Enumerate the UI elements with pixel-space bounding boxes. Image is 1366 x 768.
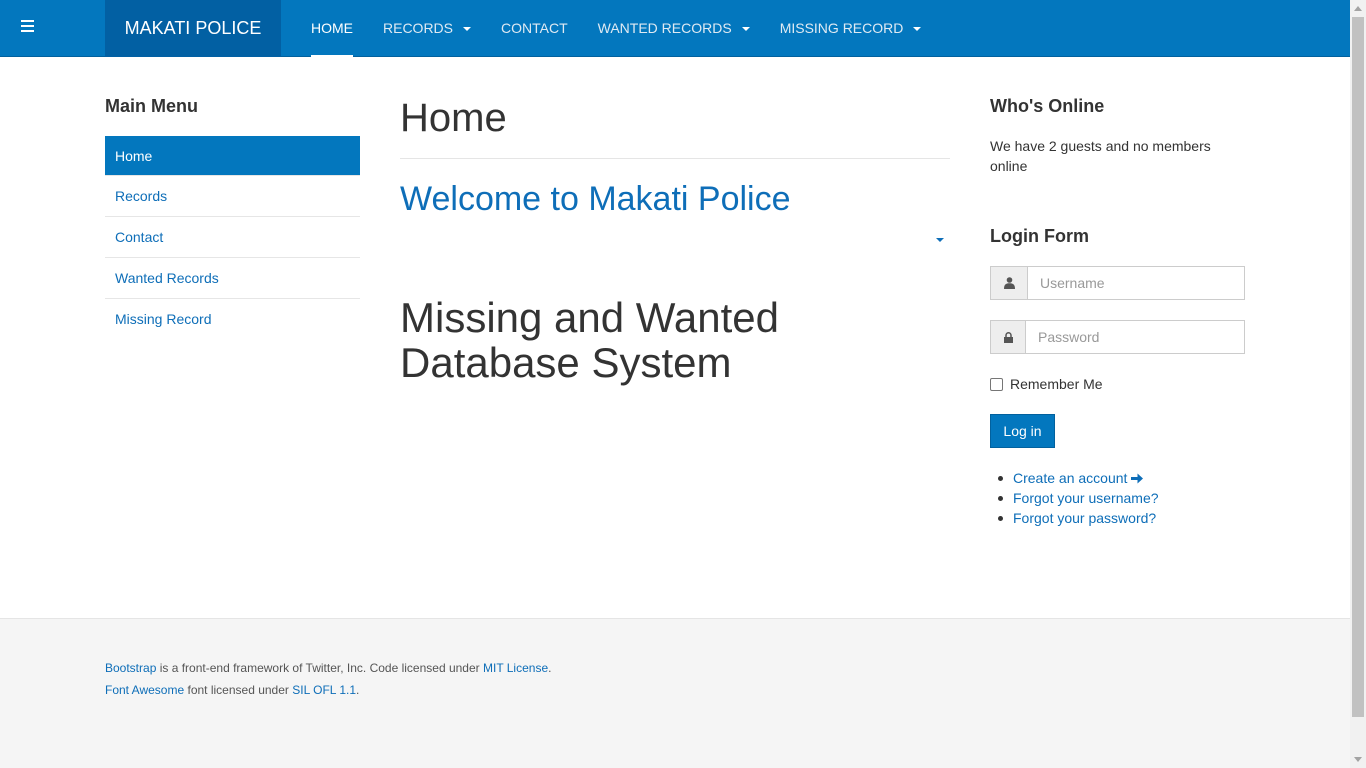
chevron-down-icon <box>463 26 472 31</box>
chevron-down-icon <box>741 26 750 31</box>
footer-credits: Bootstrap is a front-end framework of Tw… <box>105 657 551 701</box>
scroll-up-arrow-icon[interactable] <box>1354 6 1362 11</box>
create-account-label: Create an account <box>1013 470 1128 486</box>
footer-text: font licensed under <box>184 683 293 697</box>
footer-text: . <box>356 683 360 697</box>
create-account-link[interactable]: Create an account <box>1013 468 1144 488</box>
remember-me-label[interactable]: Remember Me <box>1010 376 1103 392</box>
sidebar-item-records[interactable]: Records <box>105 176 360 217</box>
scrollbar-thumb[interactable] <box>1352 17 1364 717</box>
main-menu-heading: Main Menu <box>105 96 198 116</box>
footer: Bootstrap is a front-end framework of Tw… <box>0 618 1350 768</box>
sil-ofl-link[interactable]: SIL OFL 1.1 <box>292 683 356 697</box>
main-nav: HOME RECORDS CONTACT WANTED RECORDS MISS… <box>296 0 936 57</box>
forgot-username-link[interactable]: Forgot your username? <box>1013 488 1159 508</box>
divider <box>400 158 950 159</box>
sidebar-item-contact[interactable]: Contact <box>105 217 360 258</box>
nav-contact-label: CONTACT <box>501 20 568 36</box>
hamburger-icon[interactable] <box>21 20 34 36</box>
page-title: Home <box>400 96 507 140</box>
nav-home-label: HOME <box>311 20 353 36</box>
nav-records[interactable]: RECORDS <box>368 0 486 57</box>
footer-line-bootstrap: Bootstrap is a front-end framework of Tw… <box>105 657 551 679</box>
sidebar-item-home[interactable]: Home <box>105 136 360 176</box>
username-input[interactable] <box>1027 266 1245 300</box>
username-group <box>990 266 1245 300</box>
sidebar-item-wanted-records[interactable]: Wanted Records <box>105 258 360 299</box>
welcome-heading[interactable]: Welcome to Makati Police <box>400 180 950 218</box>
nav-records-label: RECORDS <box>383 20 454 36</box>
nav-wanted-records[interactable]: WANTED RECORDS <box>583 0 765 57</box>
nav-contact[interactable]: CONTACT <box>486 0 583 57</box>
system-headline: Missing and Wanted Database System <box>400 294 779 386</box>
main-menu: Home Records Contact Wanted Records Miss… <box>105 136 360 340</box>
nav-missing-record-label: MISSING RECORD <box>779 20 904 36</box>
footer-text: . <box>548 661 552 675</box>
nav-wanted-records-label: WANTED RECORDS <box>597 20 732 36</box>
user-icon <box>990 266 1027 300</box>
list-item: Forgot your username? <box>990 488 1159 508</box>
chevron-down-icon <box>913 26 922 31</box>
left-sidebar: Main Menu Home Records Contact Wanted Re… <box>105 96 360 340</box>
list-item: Create an account <box>990 468 1159 488</box>
chevron-down-icon[interactable] <box>936 238 944 242</box>
font-awesome-link[interactable]: Font Awesome <box>105 683 184 697</box>
lock-icon <box>990 320 1025 354</box>
remember-me-checkbox[interactable] <box>990 377 1003 391</box>
remember-me: Remember Me <box>990 376 1103 392</box>
nav-home[interactable]: HOME <box>296 0 368 57</box>
footer-line-font-awesome: Font Awesome font licensed under SIL OFL… <box>105 679 551 701</box>
sidebar-item-missing-record[interactable]: Missing Record <box>105 299 360 340</box>
whos-online-heading: Who's Online <box>990 96 1105 116</box>
arrow-right-icon <box>1131 470 1144 486</box>
bootstrap-link[interactable]: Bootstrap <box>105 661 156 675</box>
vertical-scrollbar[interactable] <box>1350 0 1366 768</box>
password-group <box>990 320 1245 354</box>
brand-logo[interactable]: MAKATI POLICE <box>105 0 281 57</box>
right-sidebar: Who's Online We have 2 guests and no mem… <box>990 96 1245 526</box>
list-item: Forgot your password? <box>990 508 1159 528</box>
scroll-down-arrow-icon[interactable] <box>1354 757 1362 762</box>
mit-license-link[interactable]: MIT License <box>483 661 548 675</box>
nav-missing-record[interactable]: MISSING RECORD <box>765 0 937 57</box>
login-button[interactable]: Log in <box>990 414 1055 448</box>
online-status-text: We have 2 guests and no members online <box>990 138 1211 174</box>
main-content: Home Welcome to Makati Police Missing an… <box>400 96 950 385</box>
top-navbar: MAKATI POLICE HOME RECORDS CONTACT WANTE… <box>0 0 1350 57</box>
footer-text: is a front-end framework of Twitter, Inc… <box>156 661 483 675</box>
login-links: Create an account Forgot your username? … <box>990 468 1159 528</box>
login-form-heading: Login Form <box>990 226 1089 246</box>
forgot-password-link[interactable]: Forgot your password? <box>1013 508 1156 528</box>
password-input[interactable] <box>1025 320 1245 354</box>
